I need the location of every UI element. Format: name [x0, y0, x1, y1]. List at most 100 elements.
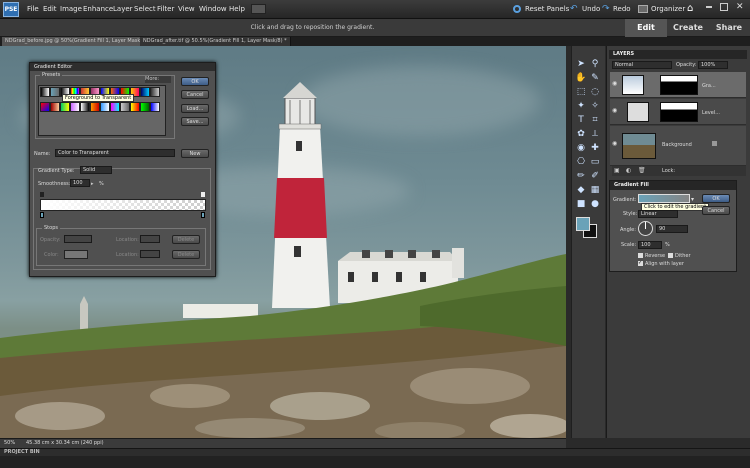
gradient-preset-swatch[interactable] — [150, 102, 160, 112]
stop-color-location-input[interactable] — [140, 250, 160, 258]
redo-icon[interactable]: ↷ — [602, 4, 610, 14]
menu-layer[interactable]: Layer — [113, 5, 133, 13]
menu-filter[interactable]: Filter — [157, 5, 174, 13]
delete-color-stop-button[interactable]: Delete — [172, 250, 200, 259]
gradient-preset-swatch[interactable] — [110, 102, 120, 112]
eye-icon[interactable]: ◉ — [612, 80, 617, 87]
gradient-preview-bar[interactable] — [40, 199, 206, 211]
angle-input[interactable]: 90 — [656, 225, 688, 233]
hand-tool-icon[interactable]: ✋ — [575, 72, 587, 84]
opacity-stop-left[interactable] — [40, 192, 44, 197]
delete-opacity-stop-button[interactable]: Delete — [172, 235, 200, 244]
project-bin-label[interactable]: PROJECT BIN — [4, 449, 40, 455]
layer-mask-thumbnail[interactable] — [660, 75, 698, 95]
gradient-preset-swatch[interactable] — [50, 102, 60, 112]
gradient-preset-swatch[interactable] — [150, 87, 160, 97]
chevron-right-icon[interactable]: ▸ — [91, 181, 94, 187]
cookie-cutter-tool-icon[interactable]: ✿ — [575, 128, 587, 140]
gradient-preset-swatch[interactable] — [140, 102, 150, 112]
organizer-button[interactable]: Organizer — [651, 5, 685, 13]
layer-mask-thumbnail[interactable] — [660, 102, 698, 122]
minimize-icon[interactable] — [706, 6, 712, 8]
gradient-preset-swatch[interactable] — [100, 102, 110, 112]
gradient-name-input[interactable]: Color to Transparent — [55, 149, 175, 157]
new-layer-icon[interactable]: ▣ — [614, 167, 620, 174]
layers-panel-title[interactable]: LAYERS — [609, 50, 747, 59]
more-menu[interactable]: More: — [145, 76, 171, 83]
menu-select[interactable]: Select — [134, 5, 156, 13]
opacity-input[interactable]: 100% — [698, 61, 728, 69]
move-tool-icon[interactable]: ➤ — [575, 58, 587, 70]
gradient-preset-swatch[interactable] — [120, 102, 130, 112]
straighten-tool-icon[interactable]: ⟂ — [589, 128, 601, 140]
red-eye-tool-icon[interactable]: ◉ — [575, 142, 587, 154]
menu-edit[interactable]: Edit — [43, 5, 57, 13]
gradient-preset-swatch[interactable] — [70, 102, 80, 112]
paint-bucket-tool-icon[interactable]: ◆ — [575, 184, 587, 196]
gradient-preset-swatch[interactable] — [90, 102, 100, 112]
home-icon[interactable]: ⌂ — [687, 3, 693, 14]
undo-button[interactable]: Undo — [582, 5, 600, 13]
zoom-level[interactable]: 50% — [4, 440, 15, 446]
gradient-editor-cancel-button[interactable]: Cancel — [181, 90, 209, 99]
magic-wand-tool-icon[interactable]: ✦ — [575, 100, 587, 112]
layer-name[interactable]: Background — [662, 142, 692, 148]
save-button[interactable]: Save... — [181, 117, 209, 126]
foreground-color-swatch[interactable] — [576, 217, 590, 231]
clone-stamp-tool-icon[interactable]: ⎔ — [575, 156, 587, 168]
scale-input[interactable]: 100 — [638, 241, 662, 249]
eyedropper-tool-icon[interactable]: ✎ — [589, 72, 601, 84]
stop-location-input[interactable] — [140, 235, 160, 243]
layer-name[interactable]: Gra... — [702, 83, 716, 89]
type-tool-icon[interactable]: T — [575, 114, 587, 126]
menu-file[interactable]: File — [27, 5, 39, 13]
brush-tool-icon[interactable]: ✏ — [575, 170, 587, 182]
new-gradient-button[interactable]: New — [181, 149, 209, 158]
gradient-fill-ok-button[interactable]: OK — [702, 194, 730, 203]
gradient-preset-swatch[interactable] — [40, 102, 50, 112]
menu-view[interactable]: View — [178, 5, 195, 13]
menu-window[interactable]: Window — [199, 5, 227, 13]
eye-icon[interactable]: ◉ — [612, 140, 617, 147]
quick-selection-tool-icon[interactable]: ✧ — [589, 100, 601, 112]
gradient-swatch[interactable] — [638, 194, 690, 203]
stop-color-swatch[interactable] — [64, 250, 88, 259]
tab-edit[interactable]: Edit — [625, 19, 667, 37]
shape-tool-icon[interactable]: ■ — [575, 198, 587, 210]
smoothness-input[interactable]: 100 — [70, 179, 90, 187]
healing-brush-tool-icon[interactable]: ✚ — [589, 142, 601, 154]
maximize-icon[interactable] — [720, 3, 728, 11]
doc-tab-before[interactable]: NDGrad_before.jpg @ 50%(Gradient Fill 1,… — [2, 37, 156, 46]
tab-share[interactable]: Share — [708, 19, 750, 37]
blur-tool-icon[interactable]: ● — [589, 198, 601, 210]
align-with-layer-checkbox[interactable]: ✓ — [638, 261, 643, 266]
eraser-tool-icon[interactable]: ▭ — [589, 156, 601, 168]
delete-layer-icon[interactable]: 🗑 — [638, 167, 646, 174]
gradient-preset-swatch[interactable] — [40, 87, 50, 97]
layer-name[interactable]: Level... — [702, 110, 720, 116]
reverse-checkbox[interactable] — [638, 253, 643, 258]
color-stop-left[interactable] — [40, 212, 44, 218]
marquee-tool-icon[interactable]: ⬚ — [575, 86, 587, 98]
arrange-icon[interactable] — [251, 4, 266, 14]
lasso-tool-icon[interactable]: ◌ — [589, 86, 601, 98]
gradient-preset-swatch[interactable] — [80, 102, 90, 112]
doc-tab-after[interactable]: NDGrad_after.tif @ 50.5%(Gradient Fill 1… — [140, 37, 291, 46]
color-stop-right[interactable] — [201, 212, 205, 218]
redo-button[interactable]: Redo — [613, 5, 631, 13]
close-icon[interactable]: ✕ — [736, 2, 744, 12]
chevron-down-icon[interactable]: ▾ — [691, 196, 694, 203]
eye-icon[interactable]: ◉ — [612, 107, 617, 114]
menu-help[interactable]: Help — [229, 5, 245, 13]
style-select[interactable]: Linear — [638, 210, 678, 218]
gradient-type-select[interactable]: Solid — [80, 166, 112, 174]
gradient-preset-swatch[interactable] — [50, 87, 60, 97]
menu-image[interactable]: Image — [60, 5, 82, 13]
gradient-preset-swatch[interactable] — [60, 102, 70, 112]
organizer-icon[interactable] — [638, 5, 648, 13]
gradient-editor-ok-button[interactable]: OK — [181, 77, 209, 86]
gradient-fill-cancel-button[interactable]: Cancel — [702, 206, 730, 215]
tab-create[interactable]: Create — [667, 19, 709, 37]
zoom-tool-icon[interactable]: ⚲ — [589, 58, 601, 70]
menu-enhance[interactable]: Enhance — [83, 5, 113, 13]
